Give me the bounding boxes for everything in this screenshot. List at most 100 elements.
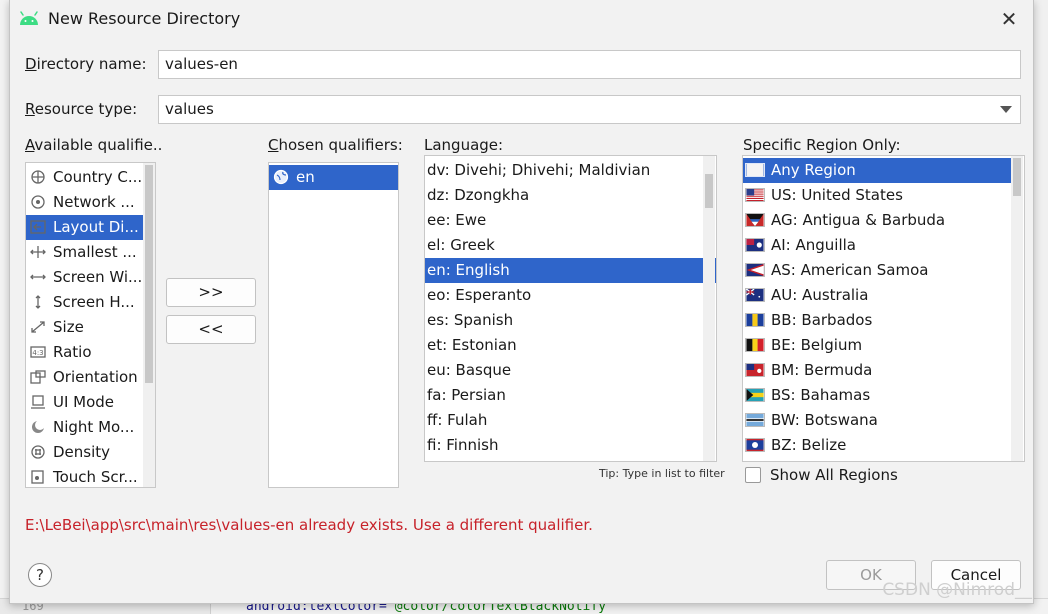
available-qualifier-item-label: Orientation xyxy=(53,368,138,386)
available-qualifier-item-label: Country C... xyxy=(53,168,143,186)
region-item-label: US: United States xyxy=(771,186,903,204)
region-item[interactable]: BM: Bermuda xyxy=(743,358,1011,383)
ai-flag-icon xyxy=(745,238,765,252)
chosen-qualifiers-list[interactable]: en xyxy=(268,162,399,488)
available-qualifier-item[interactable]: Smallest ... xyxy=(26,240,145,265)
available-qualifier-item[interactable]: 4:3 Ratio xyxy=(26,340,145,365)
available-qualifier-item[interactable]: Screen H... xyxy=(26,290,145,315)
screen-width-icon xyxy=(30,274,46,280)
region-scrollbar[interactable] xyxy=(1011,156,1023,461)
region-scroll-thumb[interactable] xyxy=(1013,158,1021,196)
region-item[interactable]: BW: Botswana xyxy=(743,408,1011,433)
language-item[interactable]: eu: Basque xyxy=(425,358,716,383)
available-qualifier-item[interactable]: Screen Wi... xyxy=(26,265,145,290)
region-item[interactable]: BB: Barbados xyxy=(743,308,1011,333)
language-item[interactable]: fi: Finnish xyxy=(425,433,716,458)
available-qualifier-item-label: UI Mode xyxy=(53,393,115,411)
language-item[interactable]: dz: Dzongkha xyxy=(425,183,716,208)
android-icon xyxy=(20,11,38,25)
bb-flag-icon xyxy=(745,313,765,327)
region-item[interactable]: AU: Australia xyxy=(743,283,1011,308)
bw-flag-icon xyxy=(745,413,765,427)
ui-mode-icon xyxy=(31,395,45,409)
language-item[interactable]: el: Greek xyxy=(425,233,716,258)
language-item[interactable]: et: Estonian xyxy=(425,333,716,358)
region-item-label: BB: Barbados xyxy=(771,311,873,329)
language-scrollbar[interactable] xyxy=(703,156,715,461)
available-qualifier-item[interactable]: Night Mo... xyxy=(26,415,145,440)
size-icon xyxy=(31,321,45,333)
language-item[interactable]: ee: Ewe xyxy=(425,208,716,233)
available-qualifier-item[interactable]: Size xyxy=(26,315,145,340)
available-qualifier-item-label: Ratio xyxy=(53,343,92,361)
chosen-qualifiers-mnemonic: C xyxy=(268,136,279,154)
available-qualifier-item[interactable]: UI Mode xyxy=(26,390,145,415)
language-item-label: ff: Fulah xyxy=(427,411,488,429)
blank-flag-icon xyxy=(745,163,765,177)
available-qualifier-item-label: Network ... xyxy=(53,193,135,211)
resource-type-label: Resource type: xyxy=(25,100,137,118)
remove-qualifier-button[interactable]: << xyxy=(166,315,256,344)
language-item[interactable]: fa: Persian xyxy=(425,383,716,408)
network-code-icon xyxy=(31,195,45,209)
available-qualifier-item-label: Screen Wi... xyxy=(53,268,143,286)
language-item[interactable]: es: Spanish xyxy=(425,308,716,333)
region-list[interactable]: Any Region US: United States AG: Antigua &… xyxy=(742,155,1025,462)
chosen-qualifiers-label: Chosen qualifiers: xyxy=(268,136,403,154)
show-all-regions-label[interactable]: Show All Regions xyxy=(770,466,898,484)
available-qualifier-item[interactable]: Layout Di... xyxy=(26,215,145,240)
resource-type-combo[interactable]: values xyxy=(158,95,1021,124)
region-item-label: BS: Bahamas xyxy=(771,386,871,404)
watermark: CSDN @Nimrod__ xyxy=(882,580,1032,600)
region-item[interactable]: BZ: Belize xyxy=(743,433,1011,458)
directory-name-mnemonic: D xyxy=(25,55,37,73)
region-item[interactable]: AG: Antigua & Barbuda xyxy=(743,208,1011,233)
region-item-label: AI: Anguilla xyxy=(771,236,856,254)
directory-name-input[interactable]: values-en xyxy=(158,50,1021,79)
region-item[interactable]: BS: Bahamas xyxy=(743,383,1011,408)
chevron-down-icon[interactable] xyxy=(1000,106,1012,113)
region-item[interactable]: AS: American Samoa xyxy=(743,258,1011,283)
available-qualifier-item[interactable]: Network ... xyxy=(26,190,145,215)
close-icon[interactable]: ✕ xyxy=(996,6,1022,32)
language-item[interactable]: eo: Esperanto xyxy=(425,283,716,308)
region-item[interactable]: Any Region xyxy=(743,158,1011,183)
bs-flag-icon xyxy=(745,388,765,402)
language-item-label: et: Estonian xyxy=(427,336,517,354)
show-all-regions-checkbox[interactable] xyxy=(745,467,761,483)
language-list[interactable]: dv: Divehi; Dhivehi; Maldivian dz: Dzongk… xyxy=(424,155,717,462)
language-item[interactable]: dv: Divehi; Dhivehi; Maldivian xyxy=(425,158,716,183)
error-message: E:\LeBei\app\src\main\res\values-en alre… xyxy=(25,516,593,534)
region-item-label: AS: American Samoa xyxy=(771,261,929,279)
language-item-label: dv: Divehi; Dhivehi; Maldivian xyxy=(427,161,651,179)
region-item[interactable]: BE: Belgium xyxy=(743,333,1011,358)
language-item[interactable]: en: English xyxy=(425,258,716,283)
language-label: Language: xyxy=(424,136,504,154)
new-resource-directory-dialog: New Resource Directory ✕ Directory name:… xyxy=(9,0,1034,604)
available-qualifiers-scroll-thumb[interactable] xyxy=(145,165,153,383)
available-qualifiers-label-text: vailable qualifie.. xyxy=(34,136,163,154)
region-item[interactable]: AI: Anguilla xyxy=(743,233,1011,258)
region-item[interactable]: US: United States xyxy=(743,183,1011,208)
au-flag-icon xyxy=(745,288,765,302)
smallest-width-icon xyxy=(30,246,46,258)
language-item[interactable]: ff: Fulah xyxy=(425,408,716,433)
directory-name-label-text: irectory name: xyxy=(36,55,147,73)
available-qualifier-item[interactable]: Touch Scr... xyxy=(26,465,145,487)
available-qualifiers-list[interactable]: Country C... Network ... Layout Di... Small… xyxy=(25,162,156,488)
language-scroll-thumb[interactable] xyxy=(705,174,713,208)
available-qualifiers-scrollbar[interactable] xyxy=(143,163,155,487)
available-qualifier-item[interactable]: Country C... xyxy=(26,165,145,190)
available-qualifier-item[interactable]: Density xyxy=(26,440,145,465)
add-qualifier-button[interactable]: >> xyxy=(166,278,256,307)
chosen-qualifier-item[interactable]: en xyxy=(269,165,398,190)
available-qualifier-item-label: Screen H... xyxy=(53,293,135,311)
help-button[interactable]: ? xyxy=(28,563,52,587)
dialog-title: New Resource Directory xyxy=(48,9,241,28)
available-qualifier-item[interactable]: Orientation xyxy=(26,365,145,390)
chosen-qualifiers-label-text: hosen qualifiers: xyxy=(278,136,403,154)
bz-flag-icon xyxy=(745,438,765,452)
density-icon xyxy=(31,445,45,459)
language-item-label: fi: Finnish xyxy=(427,436,499,454)
language-item-label: es: Spanish xyxy=(427,311,514,329)
